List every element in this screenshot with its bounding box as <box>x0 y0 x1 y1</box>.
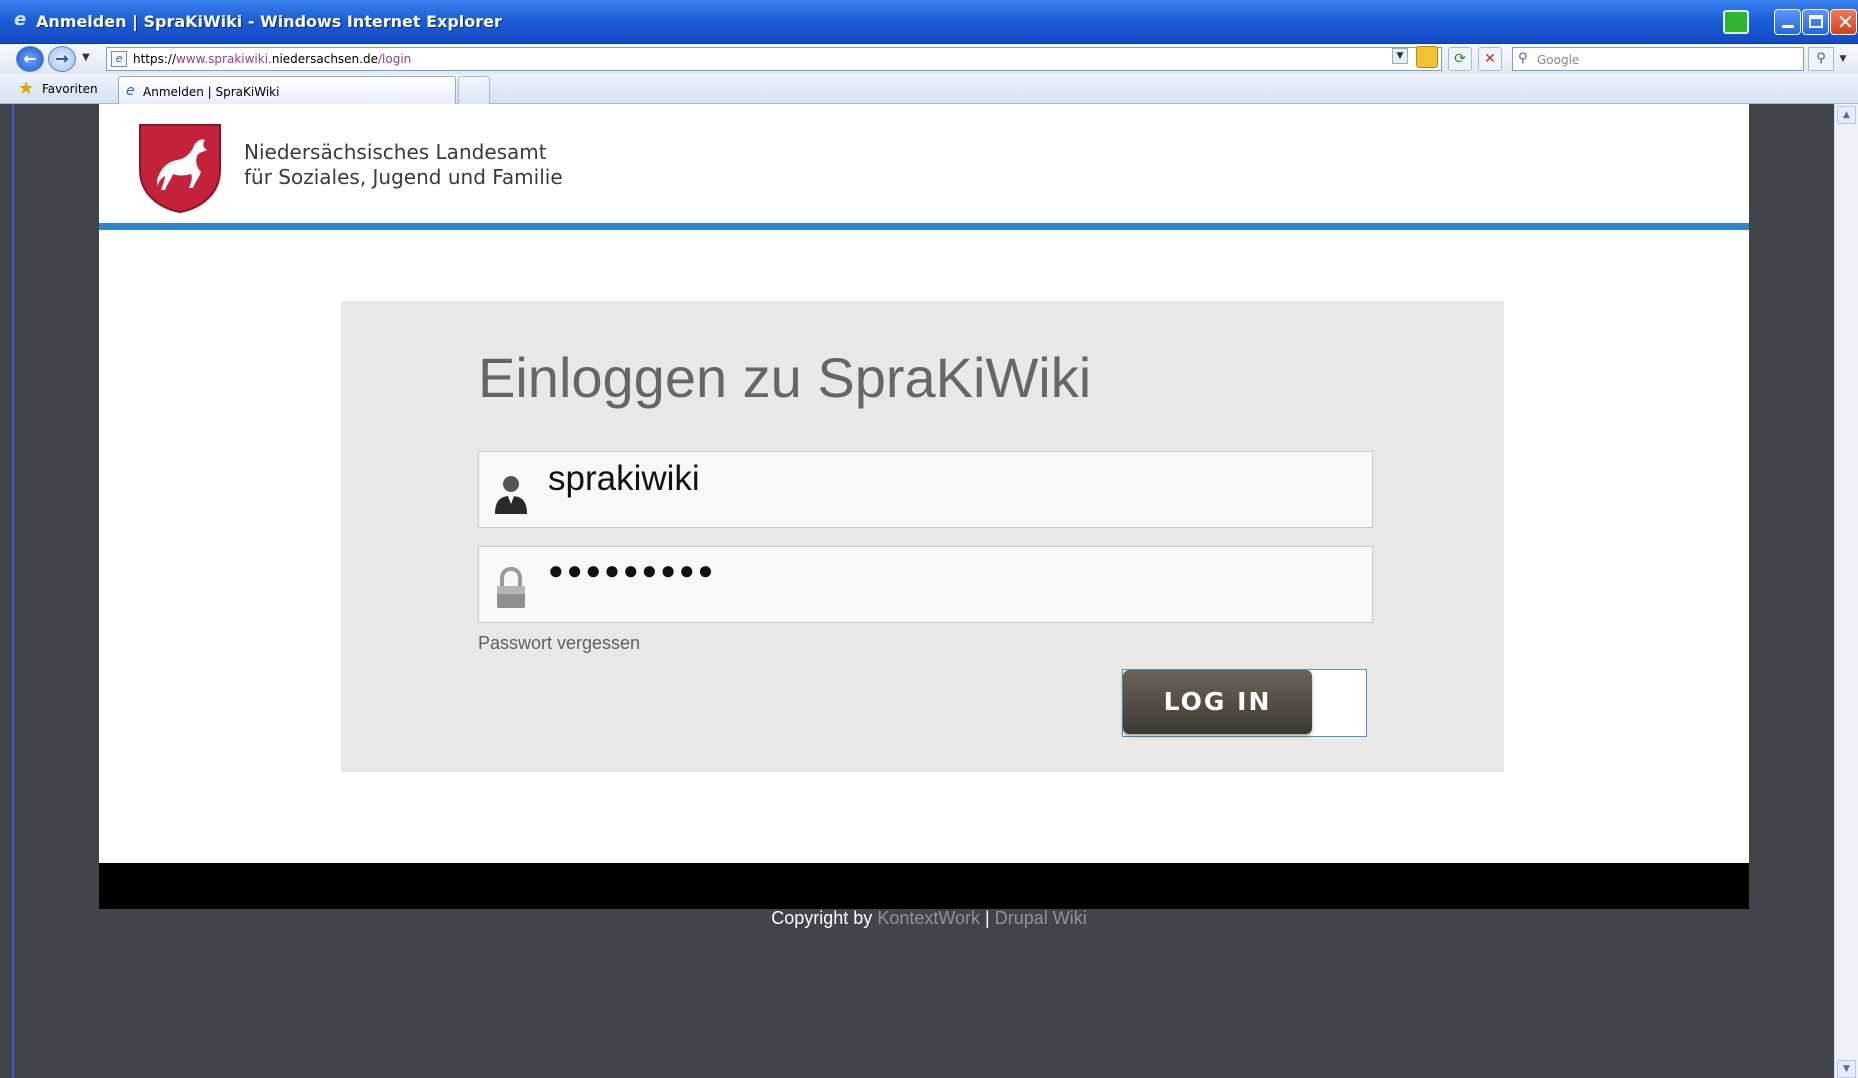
minimize-icon <box>1782 25 1794 28</box>
window-titlebar: e Anmelden | SpraKiWiki - Windows Intern… <box>0 0 1858 44</box>
login-button[interactable]: LOG IN <box>1123 670 1312 734</box>
password-field[interactable]: ●●●●●●●●● <box>478 546 1373 623</box>
scroll-down-icon[interactable]: ▼ <box>1837 1060 1856 1078</box>
url-subdomain: www.sprakiwiki. <box>176 52 272 66</box>
drupal-wiki-link[interactable]: Drupal Wiki <box>995 908 1087 928</box>
search-go-icon[interactable]: ⚲ <box>1808 47 1834 71</box>
org-name-line2: für Soziales, Jugend und Familie <box>244 165 563 189</box>
tab-label: Anmelden | SpraKiWiki <box>143 85 280 99</box>
favorites-star-icon[interactable]: ★ <box>18 78 34 99</box>
site-header: Niedersächsisches Landesamt für Soziales… <box>99 104 1749 230</box>
crest-logo-icon <box>139 124 221 214</box>
url-path: /login <box>377 52 412 66</box>
password-value: ●●●●●●●●● <box>548 555 717 585</box>
vertical-scrollbar[interactable]: ▲ ▼ <box>1834 104 1858 1078</box>
search-input[interactable]: ⚲ Google <box>1512 47 1804 71</box>
kontextwork-link[interactable]: KontextWork <box>877 908 980 928</box>
refresh-icon[interactable]: ⟳ <box>1448 47 1472 71</box>
minimize-button[interactable] <box>1774 9 1801 35</box>
maximize-button[interactable] <box>1802 9 1829 35</box>
forward-button[interactable]: → <box>48 46 76 72</box>
window-title: Anmelden | SpraKiWiki - Windows Internet… <box>36 12 502 31</box>
url-host: niedersachsen.de <box>271 52 378 66</box>
lock-icon <box>497 566 525 608</box>
username-value: sprakiwiki <box>548 459 700 498</box>
address-bar[interactable]: e https://www.sprakiwiki.niedersachsen.d… <box>106 47 1442 71</box>
favorites-button[interactable]: Favoriten <box>42 82 98 96</box>
extension-icon[interactable] <box>1723 10 1749 34</box>
back-button[interactable]: ← <box>16 46 44 72</box>
close-button[interactable]: ✕ <box>1830 9 1857 35</box>
copyright-separator: | <box>985 908 990 928</box>
search-placeholder: Google <box>1537 53 1580 67</box>
back-arrow-icon: ← <box>23 49 37 68</box>
scroll-up-icon[interactable]: ▲ <box>1837 106 1856 124</box>
forgot-password-link[interactable]: Passwort vergessen <box>478 633 640 654</box>
search-icon: ⚲ <box>1518 51 1528 66</box>
tab-anmelden[interactable]: e Anmelden | SpraKiWiki <box>118 76 456 104</box>
close-icon: ✕ <box>1837 10 1854 34</box>
lock-icon[interactable] <box>1416 46 1438 68</box>
favorites-bar: ★ Favoriten e Anmelden | SpraKiWiki <box>0 74 1858 104</box>
copyright: Copyright by KontextWork | Drupal Wiki <box>0 908 1858 929</box>
address-dropdown-icon[interactable]: ▼ <box>1392 48 1408 64</box>
page-content: Niedersächsisches Landesamt für Soziales… <box>99 104 1749 909</box>
tab-page-icon: e <box>126 83 135 99</box>
page-icon: e <box>111 51 127 67</box>
stop-icon[interactable]: ✕ <box>1478 47 1502 71</box>
user-icon <box>495 476 527 514</box>
forward-arrow-icon: → <box>55 49 69 68</box>
address-url[interactable]: https://www.sprakiwiki.niedersachsen.de/… <box>133 52 411 66</box>
url-scheme: https:// <box>133 52 177 66</box>
new-tab-button[interactable] <box>458 76 490 104</box>
search-options-icon[interactable]: ▼ <box>1836 47 1850 71</box>
login-button-focus: LOG IN <box>1122 669 1367 737</box>
org-name-line1: Niedersächsisches Landesamt <box>244 140 547 164</box>
username-field[interactable]: sprakiwiki <box>478 451 1373 528</box>
ie-logo-icon: e <box>14 9 27 30</box>
recent-pages-dropdown-icon[interactable]: ▼ <box>82 52 90 63</box>
footer-bar <box>99 863 1749 909</box>
maximize-icon <box>1809 15 1823 28</box>
navigation-bar: ← → ▼ e https://www.sprakiwiki.niedersac… <box>0 44 1858 74</box>
copyright-prefix: Copyright by <box>771 908 873 928</box>
page-title: Einloggen zu SpraKiWiki <box>478 346 1092 409</box>
login-panel: Einloggen zu SpraKiWiki sprakiwiki ●●●●●… <box>341 301 1504 772</box>
